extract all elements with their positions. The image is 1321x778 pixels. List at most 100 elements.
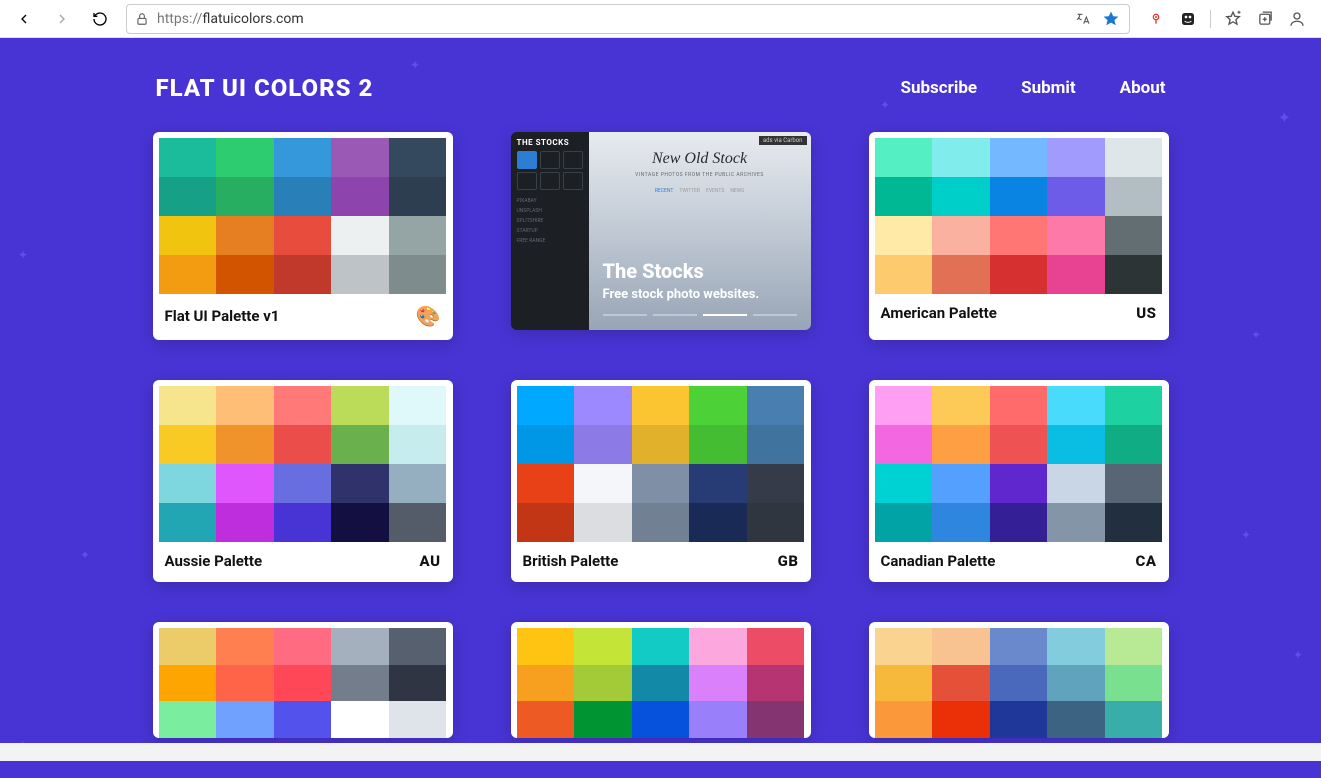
nav-subscribe[interactable]: Subscribe [901, 78, 978, 98]
status-bar [0, 743, 1321, 761]
color-swatch [1105, 177, 1163, 216]
color-swatch [389, 255, 447, 294]
color-swatch [990, 255, 1048, 294]
extension-icons [1140, 9, 1313, 29]
color-swatch [274, 255, 332, 294]
color-swatch [932, 665, 990, 702]
color-swatch [875, 464, 933, 503]
forward-button[interactable] [46, 3, 78, 35]
ad-pagination [603, 314, 797, 316]
back-button[interactable] [8, 3, 40, 35]
color-swatch [747, 386, 805, 425]
color-swatch [632, 701, 690, 738]
main-nav: Subscribe Submit About [901, 78, 1166, 98]
collections-icon[interactable] [1255, 9, 1275, 29]
color-swatch [331, 665, 389, 702]
color-swatch [932, 425, 990, 464]
color-swatch [1047, 464, 1105, 503]
palette-grid: Flat UI Palette v1🎨 THE STOCKS PIXABAYUN… [156, 132, 1166, 738]
color-swatch [747, 701, 805, 738]
palette-card[interactable] [869, 622, 1169, 738]
color-swatch [632, 386, 690, 425]
color-swatch [574, 425, 632, 464]
color-swatch [389, 628, 447, 665]
palette-footer: American PaletteUS [869, 294, 1169, 334]
country-code: AU [420, 552, 441, 570]
color-swatch [990, 464, 1048, 503]
swatch-grid [875, 138, 1163, 294]
grid-ext-icon[interactable] [1178, 9, 1198, 29]
favorite-star-icon[interactable] [1101, 9, 1121, 29]
palette-card[interactable] [153, 622, 453, 738]
color-swatch [389, 665, 447, 702]
palette-card[interactable] [511, 622, 811, 738]
palette-card[interactable]: Flat UI Palette v1🎨 [153, 132, 453, 340]
pin-icon[interactable] [1146, 9, 1166, 29]
color-swatch [517, 386, 575, 425]
swatch-grid [875, 628, 1163, 738]
color-swatch [331, 386, 389, 425]
palette-name: Flat UI Palette v1 [165, 307, 280, 325]
color-swatch [574, 701, 632, 738]
color-swatch [517, 425, 575, 464]
color-swatch [159, 138, 217, 177]
palette-footer: British Palette GB [511, 542, 811, 582]
profile-icon[interactable] [1287, 9, 1307, 29]
lock-icon [135, 12, 149, 26]
color-swatch [331, 425, 389, 464]
address-bar[interactable]: https://flatuicolors.com [126, 4, 1130, 34]
translate-icon[interactable] [1073, 9, 1093, 29]
color-swatch [689, 425, 747, 464]
color-swatch [990, 628, 1048, 665]
color-swatch [689, 464, 747, 503]
color-swatch [932, 628, 990, 665]
palette-card[interactable]: Aussie Palette AU [153, 380, 453, 582]
color-swatch [216, 138, 274, 177]
color-swatch [875, 503, 933, 542]
color-swatch [216, 255, 274, 294]
refresh-button[interactable] [84, 3, 116, 35]
nav-about[interactable]: About [1120, 78, 1166, 98]
color-swatch [1047, 628, 1105, 665]
color-swatch [517, 701, 575, 738]
swatch-grid [517, 628, 805, 738]
color-swatch [1047, 503, 1105, 542]
ad-sidebar: THE STOCKS PIXABAYUNSPLASHSPLITSHIRESTAR… [511, 132, 589, 330]
color-swatch [331, 628, 389, 665]
color-swatch [1105, 665, 1163, 702]
ad-badge: ads via Carbon [759, 136, 807, 145]
color-swatch [875, 628, 933, 665]
swatch-grid [159, 628, 447, 738]
ad-card[interactable]: THE STOCKS PIXABAYUNSPLASHSPLITSHIRESTAR… [511, 132, 811, 330]
color-swatch [747, 628, 805, 665]
color-swatch [875, 177, 933, 216]
color-swatch [632, 628, 690, 665]
color-swatch [1047, 255, 1105, 294]
favorites-icon[interactable] [1223, 9, 1243, 29]
palette-footer: Canadian PaletteCA [869, 542, 1169, 582]
country-code: GB [778, 552, 799, 570]
color-swatch [1047, 665, 1105, 702]
color-swatch [1047, 701, 1105, 738]
color-swatch [747, 503, 805, 542]
palette-footer: Flat UI Palette v1🎨 [153, 294, 453, 340]
palette-name: British Palette [523, 552, 619, 570]
color-swatch [990, 425, 1048, 464]
color-swatch [875, 425, 933, 464]
color-swatch [216, 628, 274, 665]
palette-card[interactable]: British Palette GB [511, 380, 811, 582]
color-swatch [990, 701, 1048, 738]
color-swatch [632, 464, 690, 503]
color-swatch [331, 503, 389, 542]
nav-submit[interactable]: Submit [1021, 78, 1076, 98]
color-swatch [274, 665, 332, 702]
color-swatch [932, 701, 990, 738]
color-swatch [389, 216, 447, 255]
color-swatch [990, 216, 1048, 255]
palette-name: Aussie Palette [165, 552, 263, 570]
color-swatch [689, 701, 747, 738]
site-logo[interactable]: FLAT UI COLORS 2 [156, 74, 374, 102]
palette-card[interactable]: Canadian PaletteCA [869, 380, 1169, 582]
ad-brand: THE STOCKS [517, 138, 583, 147]
palette-card[interactable]: American PaletteUS [869, 132, 1169, 340]
